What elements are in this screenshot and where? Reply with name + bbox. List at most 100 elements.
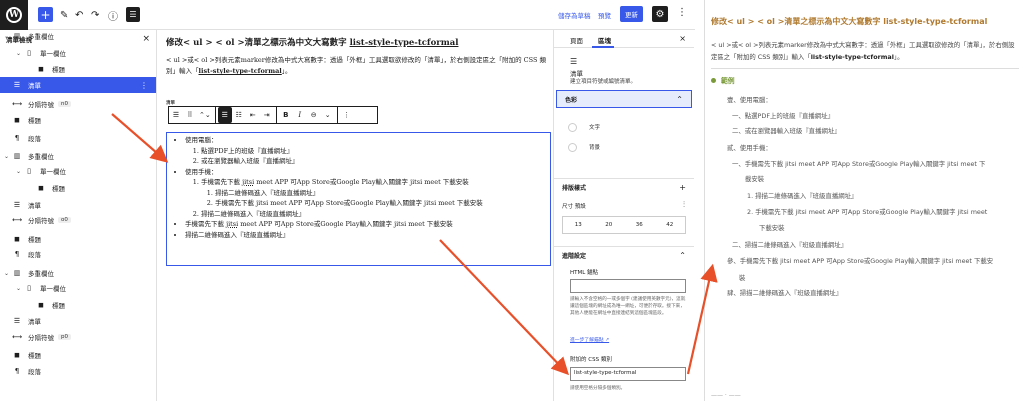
list-view-item[interactable]: ◼ 標題 <box>0 297 156 313</box>
list-view-item[interactable]: ◼ 標題 <box>0 231 156 247</box>
color-panel-header[interactable]: 色彩 ⌃ <box>556 90 692 108</box>
link-icon[interactable]: ⊖ <box>307 107 321 123</box>
list-view-item-label: 清單 <box>28 82 41 90</box>
plus-icon[interactable]: + <box>679 183 686 192</box>
chevron-down-icon[interactable]: ⌄ <box>2 33 11 40</box>
list-view-item-label: 分隔符號 <box>28 217 54 225</box>
block-options-icon[interactable]: ⋮ <box>340 107 354 123</box>
block-type-icon[interactable]: ☰ <box>169 107 183 123</box>
list-view-item[interactable]: ◼ 標題 <box>0 180 156 196</box>
css-class-help: 請使用空格分隔多個類別。 <box>570 386 626 391</box>
info-icon[interactable]: ⓘ <box>108 7 118 23</box>
list-view-item[interactable]: ◼ 標題 <box>0 347 156 363</box>
block-type-icon: ⟷ <box>11 100 23 108</box>
list-item-text: 使用手機： <box>185 167 218 176</box>
list-item[interactable]: 使用電腦： 點選PDF上的班級『直播網址』 或在瀏覽器輸入班級『直播網址』 <box>185 135 550 167</box>
settings-close-icon[interactable]: × <box>679 34 686 43</box>
tab-page[interactable]: 頁面 <box>570 35 583 45</box>
frontend-divider <box>711 68 1019 69</box>
font-size-option[interactable]: 20 <box>605 222 612 228</box>
add-block-button[interactable]: + <box>38 7 53 22</box>
list-view-item[interactable]: ⌄ ▥ 多重欄位 <box>0 148 156 164</box>
update-button[interactable]: 更新 <box>620 6 643 22</box>
list-view-toggle-icon[interactable]: ☰ <box>126 7 140 22</box>
list-view-item-label: 標題 <box>52 185 65 193</box>
block-options-icon[interactable]: ⋮ <box>140 81 148 90</box>
typography-panel-header[interactable]: 排版樣式 + <box>554 178 694 196</box>
block-type-icon: ◼ <box>38 184 44 192</box>
undo-icon[interactable]: ↶ <box>75 7 83 23</box>
html-anchor-input[interactable] <box>570 279 686 293</box>
chevron-down-icon[interactable]: ⌄ <box>2 153 11 160</box>
more-options-icon[interactable]: ⋮ <box>677 7 687 18</box>
list-view-item[interactable]: ◼ 標題 <box>0 112 156 128</box>
background-color-option[interactable]: 背景 <box>560 138 688 156</box>
background-color-swatch <box>568 142 577 152</box>
chevron-down-icon[interactable]: ⌄ <box>321 107 335 123</box>
intro-paragraph[interactable]: < ul >或< ol >列表元素marker修改為中式大寫數字：透過「外框」工… <box>166 55 551 77</box>
list-view-item[interactable]: ⌄ ▯ 單一欄位 <box>0 45 156 61</box>
font-size-option[interactable]: 36 <box>636 222 643 228</box>
chevron-down-icon[interactable]: ⌄ <box>14 50 23 57</box>
ordered-list-icon[interactable]: ☷ <box>232 107 246 123</box>
list-view-item[interactable]: ◼ 標題 <box>0 61 156 77</box>
preview-link[interactable]: 預覽 <box>598 10 611 20</box>
wordpress-logo[interactable]: W <box>0 0 28 30</box>
tab-block[interactable]: 區塊 <box>598 35 611 45</box>
list-item[interactable]: 或在瀏覽器輸入班級『直播網址』 <box>201 156 550 167</box>
pen-tool-icon[interactable]: ✎ <box>60 7 68 23</box>
settings-gear-icon[interactable]: ⚙ <box>652 6 668 22</box>
list-item[interactable]: 點選PDF上的班級『直播網址』 <box>201 146 550 157</box>
list-item[interactable]: 掃描二維條碼進入『班級直播網址』 <box>201 209 550 220</box>
list-item[interactable]: 手機需先下載 jitsi meet APP 可App Store或Google … <box>215 198 550 209</box>
html-anchor-label: HTML 錨點 <box>570 270 599 276</box>
list-view-item[interactable]: ¶ 段落 <box>0 130 156 146</box>
list-view-item[interactable]: ☰ 清單 <box>0 313 156 329</box>
list-item[interactable]: 掃描二維條碼進入『班級直播網址』 <box>185 230 550 241</box>
bold-button[interactable]: B <box>279 107 293 123</box>
redo-icon[interactable]: ↷ <box>91 7 99 23</box>
list-view-item[interactable]: ⟷ 分隔符號 o0 <box>0 212 156 228</box>
text-color-option[interactable]: 文字 <box>560 118 688 136</box>
list-item-text: meet APP 可App Store或Google Play輸入關鍵字 jit… <box>238 220 453 228</box>
color-panel-title: 色彩 <box>565 96 578 104</box>
frontend-list-line: 參、手機需先下載 jitsi meet APP 可App Store或Googl… <box>727 257 994 265</box>
list-view-item[interactable]: ⌄ ▯ 單一欄位 <box>0 163 156 179</box>
list-view-item[interactable]: ☰ 清單 ⋮ <box>0 77 156 93</box>
chevron-down-icon[interactable]: ⌄ <box>14 168 23 175</box>
toolbar-divider <box>214 106 216 124</box>
list-item[interactable]: 掃描二維條碼進入『班級直播網址』 <box>215 188 550 199</box>
italic-button[interactable]: I <box>293 107 307 123</box>
list-view-item[interactable]: ¶ 段落 <box>0 363 156 379</box>
chevron-down-icon[interactable]: ⌄ <box>14 285 23 292</box>
list-view-item[interactable]: ⌄ ▥ 多重欄位 <box>0 28 156 44</box>
block-type-icon: ▥ <box>13 269 21 277</box>
learn-more-anchors-link[interactable]: 進一步了解錨點 ↗ <box>570 336 609 343</box>
post-title-link[interactable]: list-style-type-tcformal <box>350 38 459 48</box>
list-view-item[interactable]: ⌄ ▯ 單一欄位 <box>0 280 156 296</box>
list-item-text: meet APP 可App Store或Google Play輸入關鍵字 jit… <box>254 178 469 186</box>
move-up-down-icon[interactable]: ⌃⌄ <box>197 107 213 123</box>
list-item[interactable]: 手機需先下載 jitsi meet APP 可App Store或Google … <box>185 219 550 230</box>
drag-handle-icon[interactable]: ⠿ <box>183 107 197 123</box>
list-view-item[interactable]: ⟷ 分隔符號 p0 <box>0 329 156 345</box>
font-size-settings-icon[interactable]: ⫶ <box>683 200 685 210</box>
chevron-down-icon[interactable]: ⌄ <box>2 270 11 277</box>
list-item[interactable]: 使用手機： 手機需先下載 jitsi meet APP 可App Store或G… <box>185 167 550 220</box>
list-view-item[interactable]: ⌄ ▥ 多重欄位 <box>0 265 156 281</box>
list-view-item[interactable]: ⟷ 分隔符號 n0 <box>0 96 156 112</box>
nested-ordered-list: 手機需先下載 jitsi meet APP 可App Store或Google … <box>185 177 550 219</box>
list-view-item[interactable]: ¶ 段落 <box>0 246 156 262</box>
post-title[interactable]: 修改< ul > < ol >清單之標示為中文大寫數字 list-style-t… <box>166 36 458 48</box>
advanced-panel-header[interactable]: 進階設定 ⌃ <box>554 246 694 264</box>
font-size-option[interactable]: 13 <box>575 222 582 228</box>
list-view-item[interactable]: ☰ 清單 <box>0 197 156 213</box>
font-size-option[interactable]: 42 <box>666 222 673 228</box>
outdent-icon[interactable]: ⇤ <box>246 107 260 123</box>
list-block[interactable]: 使用電腦： 點選PDF上的班級『直播網址』 或在瀏覽器輸入班級『直播網址』 使用… <box>166 132 551 266</box>
unordered-list-icon[interactable]: ☰ <box>217 107 232 123</box>
indent-icon[interactable]: ⇥ <box>260 107 274 123</box>
list-item[interactable]: 手機需先下載 jitsi meet APP 可App Store或Google … <box>201 177 550 209</box>
save-draft-link[interactable]: 儲存為草稿 <box>558 10 591 20</box>
css-class-input[interactable]: list-style-type-tcformal <box>570 367 686 381</box>
